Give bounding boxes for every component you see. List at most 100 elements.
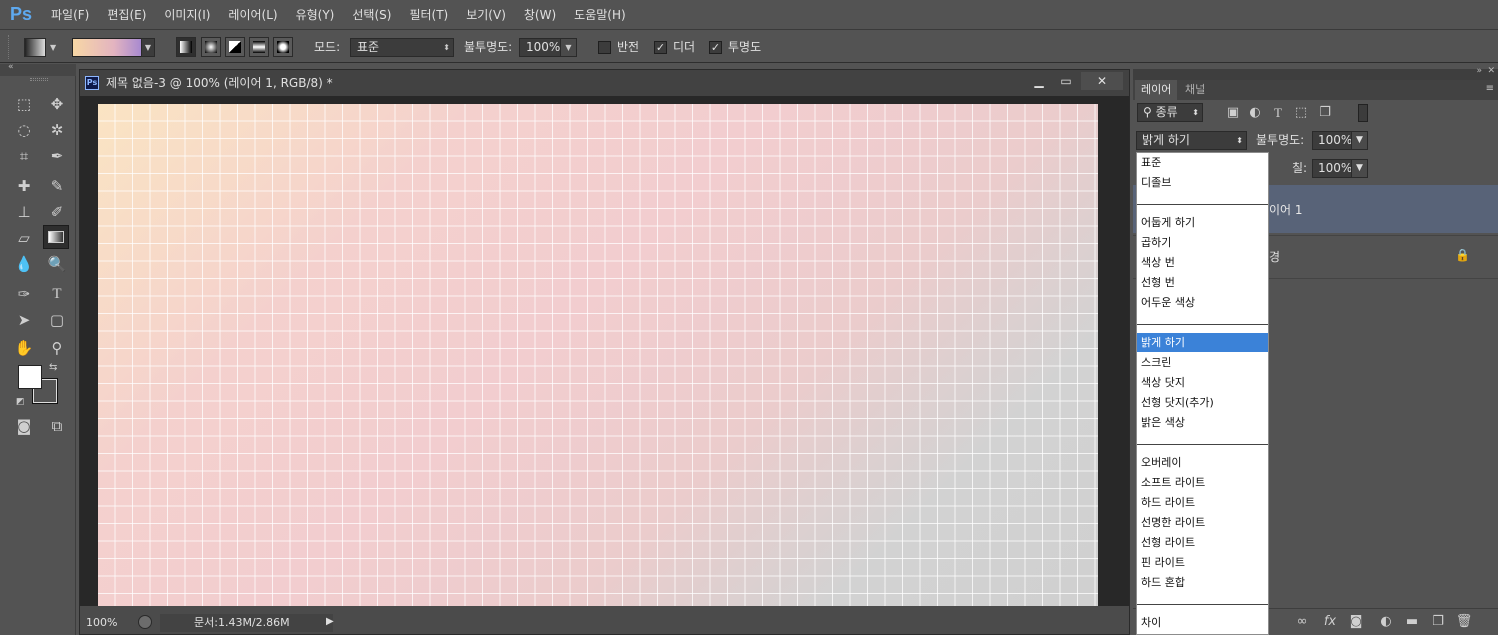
- chevron-down-icon[interactable]: ▼: [1351, 160, 1367, 177]
- menu-select[interactable]: 선택(S): [343, 0, 400, 30]
- blend-option-overlay[interactable]: 오버레이: [1137, 453, 1268, 472]
- tools-panel-header[interactable]: «: [0, 62, 76, 76]
- linear-gradient-button[interactable]: [176, 37, 196, 57]
- menu-view[interactable]: 보기(V): [457, 0, 515, 30]
- lasso-tool-icon[interactable]: ◌: [11, 118, 37, 142]
- blend-option-dissolve[interactable]: 디졸브: [1137, 173, 1268, 192]
- swap-colors-icon[interactable]: ⇆: [49, 362, 57, 373]
- tool-preset-icon[interactable]: [24, 38, 46, 57]
- blend-option-difference[interactable]: 차이: [1137, 613, 1268, 632]
- rectangle-tool-icon[interactable]: ▢: [44, 308, 70, 332]
- menu-type[interactable]: 유형(Y): [287, 0, 344, 30]
- panel-menu-icon[interactable]: ≡: [1486, 83, 1494, 94]
- status-info-icon[interactable]: [138, 615, 152, 629]
- menu-filter[interactable]: 필터(T): [400, 0, 457, 30]
- tool-preset-chevron-icon[interactable]: ▼: [50, 38, 60, 57]
- brush-tool-icon[interactable]: ✎: [44, 174, 70, 198]
- default-colors-icon[interactable]: ◩: [16, 397, 25, 407]
- blend-option-multiply[interactable]: 곱하기: [1137, 233, 1268, 252]
- blend-option-lighten[interactable]: 밝게 하기: [1137, 333, 1268, 352]
- move-tool-icon[interactable]: ✥: [44, 92, 70, 116]
- marquee-tool-icon[interactable]: ⬚: [11, 92, 37, 116]
- add-mask-icon[interactable]: ◙: [1347, 614, 1365, 630]
- eyedropper-tool-icon[interactable]: ✒: [44, 144, 70, 168]
- close-panel-icon[interactable]: ✕: [1487, 66, 1495, 76]
- gradient-preview[interactable]: [72, 38, 142, 57]
- hand-tool-icon[interactable]: ✋: [11, 336, 37, 360]
- collapse-icon[interactable]: «: [8, 62, 14, 72]
- opacity-field[interactable]: 100% ▼: [519, 38, 577, 57]
- clone-stamp-tool-icon[interactable]: ⊥: [11, 200, 37, 224]
- gradient-tool-icon[interactable]: [43, 225, 69, 249]
- zoom-tool-icon[interactable]: ⚲: [44, 336, 70, 360]
- healing-brush-tool-icon[interactable]: ✚: [11, 174, 37, 198]
- fill-field[interactable]: 100% ▼: [1312, 159, 1368, 178]
- angle-gradient-button[interactable]: [225, 37, 245, 57]
- menu-edit[interactable]: 편집(E): [98, 0, 155, 30]
- menu-image[interactable]: 이미지(I): [155, 0, 219, 30]
- blend-option-vivid-light[interactable]: 선명한 라이트: [1137, 513, 1268, 532]
- smart-object-filter-icon[interactable]: ❐: [1317, 105, 1333, 121]
- new-group-icon[interactable]: ▬: [1403, 614, 1421, 630]
- filter-kind-select[interactable]: ⚲ 종류 ⬍: [1137, 103, 1203, 122]
- blend-option-hard-light[interactable]: 하드 라이트: [1137, 493, 1268, 512]
- tools-grip[interactable]: [30, 78, 48, 81]
- reflected-gradient-button[interactable]: [249, 37, 269, 57]
- blend-option-lighter-color[interactable]: 밝은 색상: [1137, 413, 1268, 432]
- pixel-layer-filter-icon[interactable]: ▣: [1225, 105, 1241, 121]
- gradient-picker-chevron-icon[interactable]: ▼: [141, 38, 155, 57]
- fx-icon[interactable]: fx: [1321, 614, 1339, 630]
- minimize-button[interactable]: ▁: [1024, 72, 1054, 90]
- type-tool-icon[interactable]: T: [44, 282, 70, 306]
- radial-gradient-button[interactable]: [201, 37, 221, 57]
- menu-window[interactable]: 창(W): [515, 0, 565, 30]
- menu-help[interactable]: 도움말(H): [565, 0, 635, 30]
- adjustment-layer-filter-icon[interactable]: ◐: [1247, 105, 1263, 121]
- menu-file[interactable]: 파일(F): [42, 0, 98, 30]
- zoom-level[interactable]: 100%: [86, 615, 128, 631]
- blend-option-hard-mix[interactable]: 하드 혼합: [1137, 573, 1268, 592]
- opacity-chevron-icon[interactable]: ▼: [560, 39, 576, 56]
- options-grip[interactable]: [8, 35, 12, 59]
- collapse-panels-icon[interactable]: »: [1476, 66, 1482, 76]
- chevron-down-icon[interactable]: ▼: [1351, 132, 1367, 149]
- eraser-tool-icon[interactable]: ▱: [11, 226, 37, 250]
- document-titlebar[interactable]: Ps 제목 없음-3 @ 100% (레이어 1, RGB/8) * ▁ ▭ ✕: [80, 70, 1129, 96]
- blend-option-color-burn[interactable]: 색상 번: [1137, 253, 1268, 272]
- adjustment-layer-icon[interactable]: ◐: [1377, 614, 1395, 630]
- document-size[interactable]: 문서:1.43M/2.86M: [160, 614, 333, 632]
- maximize-button[interactable]: ▭: [1051, 72, 1081, 90]
- blend-option-darker-color[interactable]: 어두운 색상: [1137, 293, 1268, 312]
- tab-channels[interactable]: 채널: [1179, 80, 1211, 100]
- path-selection-tool-icon[interactable]: ➤: [11, 308, 37, 332]
- history-brush-tool-icon[interactable]: ✐: [44, 200, 70, 224]
- layer-opacity-field[interactable]: 100% ▼: [1312, 131, 1368, 150]
- reverse-checkbox[interactable]: [598, 41, 611, 54]
- quick-mask-icon[interactable]: ◙: [11, 414, 37, 438]
- filter-toggle[interactable]: [1358, 104, 1368, 122]
- pen-tool-icon[interactable]: ✑: [11, 282, 37, 306]
- close-button[interactable]: ✕: [1081, 72, 1123, 90]
- tab-layers[interactable]: 레이어: [1135, 80, 1178, 100]
- new-layer-icon[interactable]: ❐: [1429, 614, 1447, 630]
- blend-option-linear-burn[interactable]: 선형 번: [1137, 273, 1268, 292]
- blend-option-linear-dodge[interactable]: 선형 닷지(추가): [1137, 393, 1268, 412]
- type-layer-filter-icon[interactable]: T: [1270, 105, 1286, 121]
- status-menu-arrow-icon[interactable]: ▶: [326, 616, 334, 627]
- delete-layer-icon[interactable]: 🗑: [1455, 614, 1473, 630]
- transparency-checkbox[interactable]: ✓: [709, 41, 722, 54]
- blend-option-soft-light[interactable]: 소프트 라이트: [1137, 473, 1268, 492]
- dodge-tool-icon[interactable]: 🔍: [44, 252, 70, 276]
- panel-collapse-bar[interactable]: » ✕: [1133, 66, 1498, 80]
- magic-wand-tool-icon[interactable]: ✲: [44, 118, 70, 142]
- blend-mode-select[interactable]: 밝게 하기 ⬍: [1136, 131, 1247, 150]
- shape-layer-filter-icon[interactable]: ⬚: [1293, 105, 1309, 121]
- screen-mode-icon[interactable]: ⧉: [44, 414, 70, 438]
- foreground-color-swatch[interactable]: [18, 365, 42, 389]
- blend-option-pin-light[interactable]: 핀 라이트: [1137, 553, 1268, 572]
- canvas[interactable]: [98, 104, 1098, 606]
- blend-option-color-dodge[interactable]: 색상 닷지: [1137, 373, 1268, 392]
- blend-option-normal[interactable]: 표준: [1137, 153, 1268, 172]
- blur-tool-icon[interactable]: 💧: [11, 252, 37, 276]
- mode-select[interactable]: 표준 ⬍: [350, 38, 454, 57]
